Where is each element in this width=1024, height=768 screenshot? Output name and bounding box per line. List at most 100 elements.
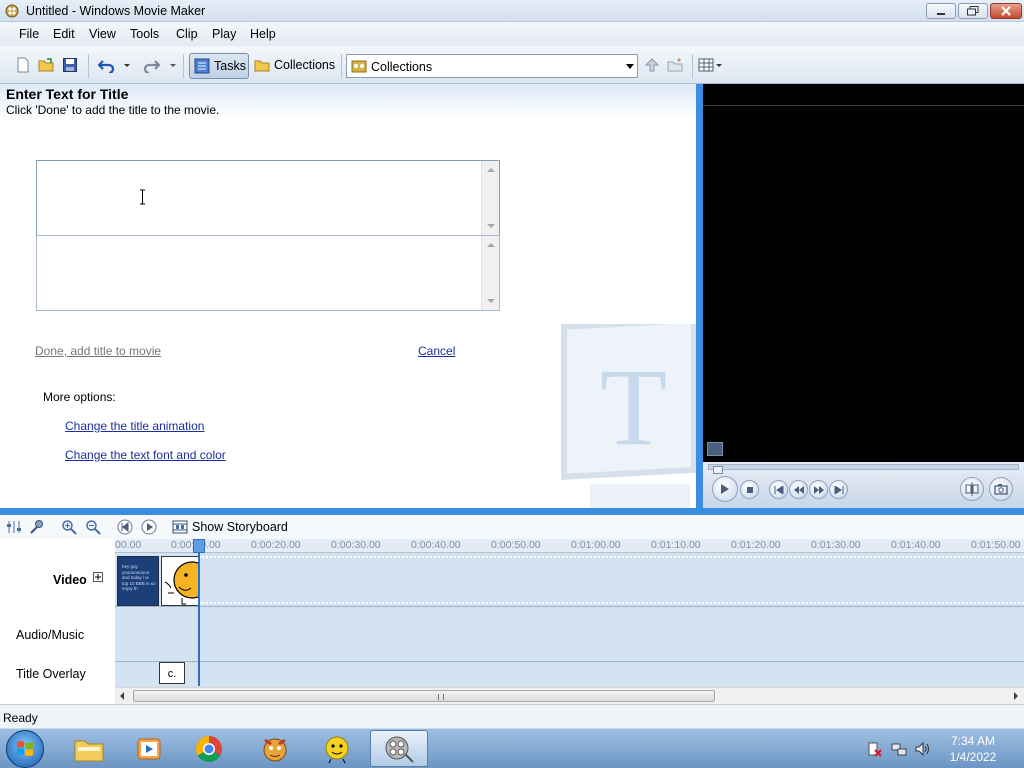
change-font-color-link[interactable]: Change the text font and color bbox=[65, 448, 226, 462]
taskbar-chrome[interactable] bbox=[180, 730, 238, 767]
title-task-pane: Enter Text for Title Click 'Done' to add… bbox=[0, 84, 696, 508]
open-project-icon[interactable] bbox=[38, 57, 54, 73]
cancel-link[interactable]: Cancel bbox=[418, 344, 455, 358]
scroll-down-icon[interactable] bbox=[487, 299, 495, 303]
playhead-handle[interactable] bbox=[193, 539, 205, 553]
taskbar-movie-maker[interactable] bbox=[370, 730, 428, 767]
restore-button[interactable] bbox=[958, 3, 988, 19]
system-clock[interactable]: 7:34 AM 1/4/2022 bbox=[940, 733, 1006, 765]
svg-text:T: T bbox=[600, 346, 667, 468]
forward-button[interactable] bbox=[809, 480, 828, 499]
zoom-out-icon[interactable] bbox=[85, 519, 101, 535]
audio-music-track[interactable] bbox=[115, 607, 1024, 662]
stop-button[interactable] bbox=[740, 480, 759, 499]
taskbar-character-app[interactable] bbox=[308, 730, 366, 767]
play-icon bbox=[721, 484, 729, 494]
restore-icon bbox=[967, 6, 979, 16]
seek-thumb[interactable] bbox=[713, 466, 723, 474]
timeline-splitter[interactable] bbox=[0, 508, 1024, 515]
scroll-down-icon[interactable] bbox=[487, 224, 495, 228]
pane-splitter[interactable] bbox=[696, 84, 703, 508]
zoom-in-icon[interactable] bbox=[61, 519, 77, 535]
minimize-button[interactable] bbox=[926, 3, 956, 19]
scroll-right-icon[interactable] bbox=[1014, 692, 1018, 700]
clock-time: 7:34 AM bbox=[950, 734, 996, 748]
text-cursor-icon bbox=[140, 189, 145, 205]
minimize-icon bbox=[937, 13, 945, 15]
video-clip[interactable]: hey guy yoooooooooo and today i w top 10… bbox=[117, 556, 159, 606]
task-subheading: Click 'Done' to add the title to the mov… bbox=[6, 103, 220, 117]
video-track[interactable]: hey guy yoooooooooo and today i w top 10… bbox=[115, 553, 1024, 607]
volume-icon[interactable] bbox=[914, 741, 930, 757]
undo-dropdown-icon[interactable] bbox=[122, 57, 132, 73]
menu-file[interactable]: File bbox=[19, 27, 39, 41]
ruler-tick: 0:00:40.00 bbox=[411, 539, 461, 551]
expand-video-track-icon[interactable] bbox=[93, 572, 103, 582]
scroll-up-icon[interactable] bbox=[487, 243, 495, 247]
playhead-line[interactable] bbox=[198, 539, 200, 686]
close-button[interactable] bbox=[990, 3, 1022, 19]
next-frame-button[interactable] bbox=[829, 480, 848, 499]
take-picture-button[interactable] bbox=[989, 477, 1013, 501]
previous-frame-button[interactable] bbox=[769, 480, 788, 499]
title-input-scrollbar[interactable] bbox=[481, 161, 499, 235]
ruler-tick: 0:00:50.00 bbox=[491, 539, 541, 551]
timeline-ruler[interactable]: 00.00 0:00:10.00 0:00:20.00 0:00:30.00 0… bbox=[115, 539, 1024, 553]
tasks-button[interactable]: Tasks bbox=[189, 53, 249, 79]
menu-play[interactable]: Play bbox=[212, 27, 236, 41]
ruler-tick: 0:01:20.00 bbox=[731, 539, 781, 551]
change-title-animation-link[interactable]: Change the title animation bbox=[65, 419, 204, 433]
title-overlay-track[interactable]: c. bbox=[115, 662, 1024, 687]
ruler-tick: 0:01:50.00 bbox=[971, 539, 1021, 551]
secondary-input-scrollbar[interactable] bbox=[481, 236, 499, 310]
new-folder-icon[interactable] bbox=[667, 57, 683, 73]
play-button[interactable] bbox=[712, 476, 738, 502]
narrate-timeline-icon[interactable] bbox=[29, 519, 45, 535]
cartoon-character-icon bbox=[263, 738, 287, 761]
done-add-title-link[interactable]: Done, add title to movie bbox=[35, 344, 161, 358]
redo-dropdown-icon[interactable] bbox=[168, 57, 178, 73]
network-icon[interactable] bbox=[891, 741, 907, 757]
audio-music-track-label: Audio/Music bbox=[16, 628, 85, 642]
movie-maker-app-icon[interactable] bbox=[4, 3, 20, 19]
show-storyboard-label: Show Storyboard bbox=[192, 520, 288, 534]
taskbar-game-app[interactable] bbox=[246, 730, 304, 767]
views-icon[interactable] bbox=[698, 57, 726, 73]
taskbar-explorer[interactable] bbox=[60, 730, 118, 767]
scrollbar-thumb[interactable] bbox=[133, 690, 715, 702]
skip-forward-icon bbox=[834, 485, 843, 494]
menu-tools[interactable]: Tools bbox=[130, 27, 159, 41]
scroll-up-icon[interactable] bbox=[487, 168, 495, 172]
title-text-input[interactable] bbox=[36, 160, 500, 236]
action-center-icon[interactable] bbox=[866, 741, 882, 757]
menu-clip[interactable]: Clip bbox=[176, 27, 198, 41]
redo-icon[interactable] bbox=[144, 57, 160, 73]
save-project-icon[interactable] bbox=[62, 57, 78, 73]
scroll-left-icon[interactable] bbox=[120, 692, 124, 700]
taskbar-media-player[interactable] bbox=[120, 730, 178, 767]
play-timeline-icon[interactable] bbox=[141, 519, 157, 535]
timeline-horizontal-scrollbar[interactable] bbox=[115, 687, 1024, 704]
rewind-button[interactable] bbox=[789, 480, 808, 499]
menu-view[interactable]: View bbox=[89, 27, 116, 41]
fullscreen-icon[interactable] bbox=[707, 442, 723, 456]
chrome-icon bbox=[195, 735, 222, 762]
rewind-timeline-icon[interactable] bbox=[117, 519, 133, 535]
secondary-text-input[interactable] bbox=[36, 235, 500, 311]
title-overlay-clip[interactable]: c. bbox=[159, 662, 185, 684]
folder-icon bbox=[74, 740, 104, 761]
undo-icon[interactable] bbox=[98, 57, 114, 73]
start-button[interactable] bbox=[6, 730, 44, 768]
up-one-level-icon[interactable] bbox=[644, 57, 660, 73]
new-project-icon[interactable] bbox=[15, 57, 31, 73]
split-clip-button[interactable] bbox=[960, 477, 984, 501]
seek-bar[interactable] bbox=[708, 464, 1019, 474]
video-clip[interactable] bbox=[161, 556, 199, 606]
media-player-icon bbox=[137, 738, 161, 759]
collections-dropdown[interactable]: Collections bbox=[346, 54, 638, 78]
menu-edit[interactable]: Edit bbox=[53, 27, 75, 41]
collections-button[interactable]: Collections bbox=[250, 53, 336, 79]
menu-help[interactable]: Help bbox=[250, 27, 276, 41]
set-audio-levels-icon[interactable] bbox=[6, 519, 22, 535]
show-storyboard-button[interactable]: Show Storyboard bbox=[170, 519, 288, 535]
